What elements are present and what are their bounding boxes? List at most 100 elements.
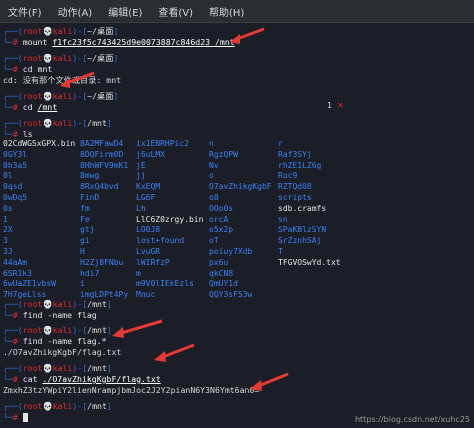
ls-entry: SPaKBlzSYN [278,225,327,235]
prompt-line-2: ┌──(root💀kali)-[~/桌面] [3,53,119,63]
ls-entry: 44aAm [3,257,28,267]
prompt-line-5: ┌──(root💀kali)-[/mnt] [3,299,112,309]
menu-bar: 文件(F) 动作(A) 编辑(E) 查看(V) 帮助(H) [0,0,474,23]
ls-entry: lost+found [136,236,185,246]
ls-entry: Fe [80,214,90,224]
ls-entry: O7avZhikgKgbF [209,182,272,192]
ls-entry: RgzQPW [209,149,238,159]
menu-view[interactable]: 查看(V) [150,4,201,19]
ls-entry: px6u [209,257,229,267]
ls-entry: jE [136,160,146,170]
prompt-line-3: ┌──(root💀kali)-[~/桌面] [3,91,119,101]
text-cursor [22,413,28,422]
ls-entry: T [278,247,283,256]
arrow-annotation-2 [60,71,95,88]
ls-entry: n [209,139,214,148]
watermark: https://blog.csdn.net/xuhc25 [354,415,470,424]
command-line-2: └─# cd mnt [3,64,53,74]
ls-entry: 3J [3,247,13,256]
prompt-line-8: ┌──(root💀kali)-[/mnt] [3,401,112,411]
ls-entry: Raf3SYj [278,149,312,159]
terminal-output[interactable]: ┌──(root💀kali)-[~/桌面] └─# mount f1fc23f5… [0,23,474,428]
ls-entry: H [80,247,85,256]
ls-entry: 2X [3,225,13,235]
ls-entry: o5x2p [209,225,234,235]
ls-entry: LG6F [136,193,156,202]
ls-entry: FinD [80,193,100,202]
cat-output: ZmxhZ3tzYWpiY2lienNrampjbmJoc2J2Y2pianN6… [3,385,260,395]
ls-entry: LO0J8 [136,225,161,235]
ls-entry: ix1ENRHPic2 [136,139,189,148]
ls-entry: sn [278,214,288,224]
ls-entry: 0l [3,171,13,181]
command-line-1: └─# mount f1fc23f5c743425d9e0073887c846d… [3,37,235,47]
prompt-line-6: ┌──(root💀kali)-[/mnt] [3,325,112,335]
ls-entry: 8HhWFV9mK1 [80,160,129,170]
command-line-3: └─# cd /mnt [3,102,58,112]
ls-entry: hdi7 [80,268,100,278]
ls-entry: 1 [3,214,8,224]
ls-entry: 8DQFirm0D [80,149,124,159]
command-line-7: └─# cat ./O7avZhikgKgbF/flag.txt [3,374,161,384]
ls-entry: o [209,171,214,181]
ls-entry: LvuGR [136,247,161,256]
ls-entry: o8 [209,193,219,202]
command-line-6: └─# find -name flag.* [3,336,107,346]
ls-entry: poiuy7Xdb [209,247,253,256]
ls-entry: orcA [209,214,229,224]
ls-entry: OOo0s [209,203,234,213]
ls-entry: 02CdWGSxGPX.bin [3,139,76,148]
command-line-8[interactable]: └─# [3,412,28,423]
exit-code-badge: 1 [327,101,333,110]
menu-help[interactable]: 帮助(H) [201,4,252,19]
ls-entry: Nv [209,160,219,170]
ls-entry: oT [209,236,219,246]
ls-entry: 3 [3,236,8,246]
ls-entry: sdb.cramfs [278,203,327,213]
command-line-5: └─# find -name flag [3,310,97,320]
ls-entry: 8RxQ4bvd [80,182,119,192]
ls-entry: QQY3sF53w [209,290,253,300]
arrow-annotation-1 [230,27,265,44]
error-x-icon: ✕ [337,101,344,110]
ls-entry: scripts [278,193,312,202]
prompt-line-7: ┌──(root💀kali)-[/mnt] [3,363,112,373]
menu-edit[interactable]: 编辑(E) [100,4,150,19]
ls-entry: gtj [80,225,95,235]
ls-entry: 6wUaZE1vbsW [3,279,56,289]
ls-entry: Mnuc [136,290,156,300]
ls-entry: 6SR1k3 [3,268,32,278]
find-result: ./O7avZhikgKgbF/flag.txt [3,347,122,357]
arrow-annotation-3 [112,319,163,338]
ls-entry: j6uLMX [136,149,165,159]
ls-entry: KxEQM [136,182,161,192]
ls-entry: jj [136,171,146,181]
arrow-annotation-4 [154,343,195,362]
ls-entry: LlC6Z0zrgy.bin [136,214,204,224]
ls-entry: m [136,268,141,278]
ls-entry: 8A2MFawD4 [80,139,124,148]
ls-entry: m9V0lIEkEzls [136,279,194,289]
ls-entry: 8mwg [80,171,100,181]
ls-entry: qkCN8 [209,268,234,278]
prompt-line-4: ┌──(root💀kali)-[/mnt] [3,118,112,128]
ls-entry: fm [80,203,90,213]
ls-entry: H2Zj8FNbu [80,257,124,267]
menu-action[interactable]: 动作(A) [50,4,101,19]
ls-entry: Ruc9 [278,171,298,181]
ls-entry: 0s [3,203,13,213]
ls-entry: 0wDq5 [3,193,28,202]
arrow-annotation-5 [250,372,289,391]
ls-entry: 0qsd [3,182,23,192]
ls-entry: lWIRfzP [136,257,170,267]
ls-entry: 0GY3l [3,149,28,159]
ls-entry: RZTQd08 [278,182,312,192]
menu-file[interactable]: 文件(F) [0,4,50,19]
ls-entry: r [278,139,283,148]
ls-entry: i [80,279,85,289]
prompt-line-1: ┌──(root💀kali)-[~/桌面] [3,26,119,36]
ls-entry: Lh [136,203,146,213]
ls-entry: QmUY1d [209,279,238,289]
ls-entry: 0h3a5 [3,160,28,170]
ls-entry: TFGVOSwYd.txt [278,257,341,267]
